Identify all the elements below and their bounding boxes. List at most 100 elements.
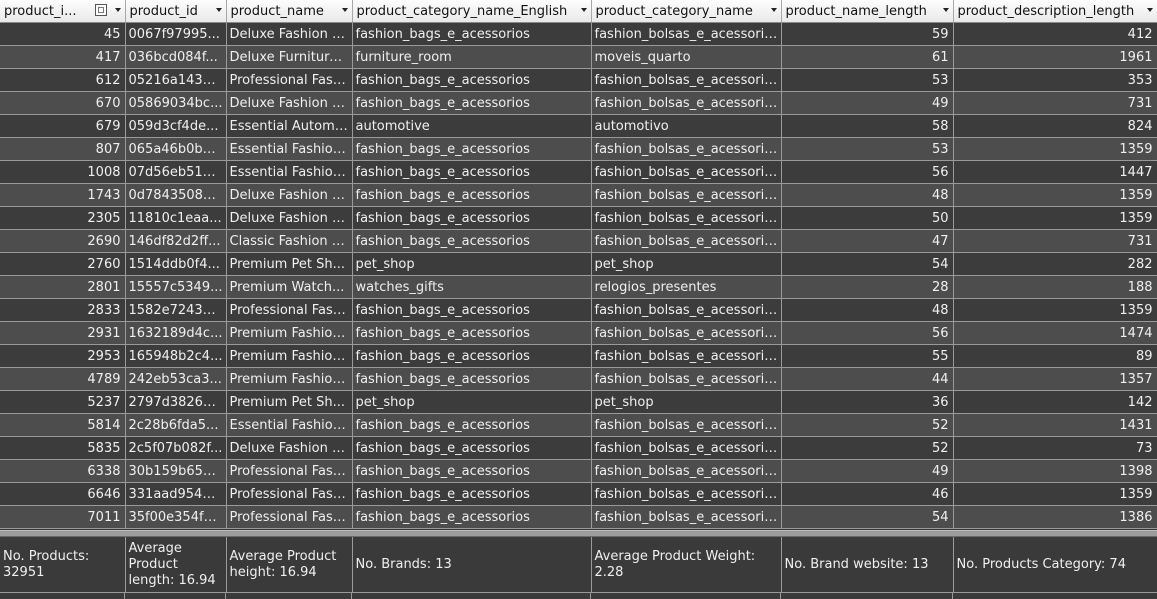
cell-description-length[interactable]: 1359: [953, 137, 1157, 161]
cell-category-english[interactable]: fashion_bags_e_acessorios: [352, 183, 592, 207]
cell-product-name[interactable]: Professional Fashi...: [226, 505, 353, 529]
cell-product-name[interactable]: Premium Watch...: [226, 275, 353, 299]
cell-category-name[interactable]: fashion_bolsas_e_acessorios: [591, 482, 782, 506]
cell-product-name[interactable]: Premium Pet Sh...: [226, 390, 353, 414]
cell-description-length[interactable]: 73: [953, 436, 1157, 460]
cell-name-length[interactable]: 49: [781, 459, 954, 483]
cell-product-index[interactable]: 612: [0, 68, 126, 92]
cell-category-name[interactable]: fashion_bolsas_e_acessorios: [591, 298, 782, 322]
table-row[interactable]: 612 05216a143a... Professional Fashi... fas…: [0, 68, 1157, 92]
cell-description-length[interactable]: 1398: [953, 459, 1157, 483]
cell-description-length[interactable]: 412: [953, 22, 1157, 46]
cell-name-length[interactable]: 55: [781, 344, 954, 368]
cell-category-name[interactable]: fashion_bolsas_e_acessorios: [591, 344, 782, 368]
cell-product-id[interactable]: 2c28b6fda5...: [125, 413, 227, 437]
sort-dropdown-icon[interactable]: [580, 8, 587, 12]
cell-description-length[interactable]: 1357: [953, 367, 1157, 391]
cell-category-name[interactable]: moveis_quarto: [591, 45, 782, 69]
cell-category-english[interactable]: fashion_bags_e_acessorios: [352, 68, 592, 92]
cell-category-english[interactable]: fashion_bags_e_acessorios: [352, 91, 592, 115]
cell-category-name[interactable]: fashion_bolsas_e_acessorios: [591, 367, 782, 391]
cell-description-length[interactable]: 1359: [953, 298, 1157, 322]
cell-name-length[interactable]: 53: [781, 137, 954, 161]
table-row[interactable]: 6338 30b159b653... Professional Fashi... fa…: [0, 459, 1157, 483]
cell-category-name[interactable]: pet_shop: [591, 390, 782, 414]
cell-product-name[interactable]: Essential Fashion ...: [226, 137, 353, 161]
cell-category-name[interactable]: fashion_bolsas_e_acessorios: [591, 160, 782, 184]
cell-product-id[interactable]: 11810c1eaa...: [125, 206, 227, 230]
table-row[interactable]: 670 05869034bc... Deluxe Fashion B... fashi…: [0, 91, 1157, 115]
cell-product-index[interactable]: 670: [0, 91, 126, 115]
cell-category-english[interactable]: furniture_room: [352, 45, 592, 69]
cell-category-english[interactable]: fashion_bags_e_acessorios: [352, 367, 592, 391]
cell-product-index[interactable]: 45: [0, 22, 126, 46]
cell-product-id[interactable]: 331aad9546...: [125, 482, 227, 506]
cell-name-length[interactable]: 48: [781, 298, 954, 322]
cell-category-name[interactable]: fashion_bolsas_e_acessorios: [591, 22, 782, 46]
cell-name-length[interactable]: 52: [781, 413, 954, 437]
cell-description-length[interactable]: 824: [953, 114, 1157, 138]
cell-category-english[interactable]: watches_gifts: [352, 275, 592, 299]
table-row[interactable]: 5237 2797d3826d... Premium Pet Sh... pet_sh…: [0, 390, 1157, 414]
footer-splitter[interactable]: [0, 530, 1157, 537]
cell-product-index[interactable]: 679: [0, 114, 126, 138]
cell-category-name[interactable]: fashion_bolsas_e_acessorios: [591, 206, 782, 230]
cell-product-name[interactable]: Classic Fashion B...: [226, 229, 353, 253]
sort-dropdown-icon[interactable]: [114, 8, 121, 12]
cell-product-id[interactable]: 0067f97995...: [125, 22, 227, 46]
cell-category-english[interactable]: fashion_bags_e_acessorios: [352, 137, 592, 161]
cell-category-name[interactable]: fashion_bolsas_e_acessorios: [591, 137, 782, 161]
cell-description-length[interactable]: 89: [953, 344, 1157, 368]
cell-description-length[interactable]: 1359: [953, 206, 1157, 230]
cell-category-english[interactable]: fashion_bags_e_acessorios: [352, 298, 592, 322]
cell-name-length[interactable]: 52: [781, 436, 954, 460]
cell-name-length[interactable]: 56: [781, 160, 954, 184]
cell-product-id[interactable]: 30b159b653...: [125, 459, 227, 483]
cell-description-length[interactable]: 1431: [953, 413, 1157, 437]
cell-category-name[interactable]: fashion_bolsas_e_acessorios: [591, 229, 782, 253]
cell-product-name[interactable]: Premium Fashion...: [226, 344, 353, 368]
cell-name-length[interactable]: 47: [781, 229, 954, 253]
table-row[interactable]: 2953 165948b2c4... Premium Fashion... fashi…: [0, 344, 1157, 368]
cell-product-name[interactable]: Essential Automo...: [226, 114, 353, 138]
cell-product-index[interactable]: 2931: [0, 321, 126, 345]
cell-product-id[interactable]: 2c5f07b082f...: [125, 436, 227, 460]
cell-product-name[interactable]: Premium Fashion...: [226, 367, 353, 391]
cell-category-name[interactable]: relogios_presentes: [591, 275, 782, 299]
cell-product-id[interactable]: 146df82d2ff...: [125, 229, 227, 253]
table-row[interactable]: 2690 146df82d2ff... Classic Fashion B... fa…: [0, 229, 1157, 253]
cell-product-name[interactable]: Premium Pet Sh...: [226, 252, 353, 276]
cell-product-id[interactable]: 0d78435088...: [125, 183, 227, 207]
cell-product-index[interactable]: 5835: [0, 436, 126, 460]
cell-product-index[interactable]: 4789: [0, 367, 126, 391]
cell-name-length[interactable]: 56: [781, 321, 954, 345]
cell-product-name[interactable]: Professional Fashi...: [226, 482, 353, 506]
cell-product-index[interactable]: 2760: [0, 252, 126, 276]
cell-description-length[interactable]: 1474: [953, 321, 1157, 345]
cell-product-index[interactable]: 1743: [0, 183, 126, 207]
cell-category-name[interactable]: fashion_bolsas_e_acessorios: [591, 91, 782, 115]
cell-category-english[interactable]: fashion_bags_e_acessorios: [352, 505, 592, 529]
cell-name-length[interactable]: 48: [781, 183, 954, 207]
cell-category-english[interactable]: fashion_bags_e_acessorios: [352, 22, 592, 46]
cell-product-index[interactable]: 2833: [0, 298, 126, 322]
cell-product-id[interactable]: 1514ddb0f4...: [125, 252, 227, 276]
cell-product-name[interactable]: Deluxe Fashion B...: [226, 22, 353, 46]
column-header-description-length[interactable]: product_description_length: [953, 0, 1157, 23]
cell-category-name[interactable]: fashion_bolsas_e_acessorios: [591, 413, 782, 437]
cell-product-name[interactable]: Deluxe Fashion B...: [226, 91, 353, 115]
cell-product-id[interactable]: 05216a143a...: [125, 68, 227, 92]
cell-category-name[interactable]: fashion_bolsas_e_acessorios: [591, 436, 782, 460]
cell-product-index[interactable]: 6338: [0, 459, 126, 483]
cell-name-length[interactable]: 53: [781, 68, 954, 92]
column-header-name-length[interactable]: product_name_length: [781, 0, 954, 23]
cell-description-length[interactable]: 1386: [953, 505, 1157, 529]
table-row[interactable]: 45 0067f97995... Deluxe Fashion B... fashio…: [0, 22, 1157, 46]
cell-product-index[interactable]: 2953: [0, 344, 126, 368]
cell-category-name[interactable]: fashion_bolsas_e_acessorios: [591, 321, 782, 345]
cell-product-index[interactable]: 5814: [0, 413, 126, 437]
cell-category-english[interactable]: fashion_bags_e_acessorios: [352, 482, 592, 506]
cell-category-english[interactable]: pet_shop: [352, 252, 592, 276]
cell-description-length[interactable]: 731: [953, 91, 1157, 115]
cell-name-length[interactable]: 61: [781, 45, 954, 69]
